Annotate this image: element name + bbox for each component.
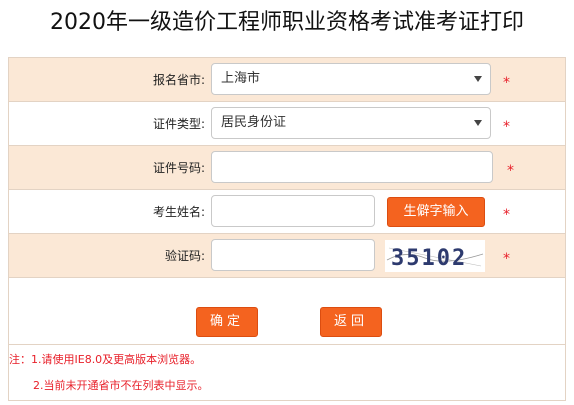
name-row: 考生姓名: 生僻字输入 * (9, 190, 565, 234)
province-row: 报名省市: 上海市 * (9, 58, 565, 102)
id-number-input[interactable] (211, 151, 493, 183)
back-button[interactable]: 返回 (320, 307, 382, 337)
captcha-image[interactable]: 35102 (385, 240, 485, 272)
id-type-select-value: 居民身份证 (221, 115, 287, 130)
name-input[interactable] (211, 195, 375, 227)
required-star: * (503, 75, 510, 91)
id-number-row: 证件号码: * (9, 146, 565, 190)
name-label: 考生姓名: (152, 205, 205, 219)
required-star: * (507, 163, 514, 179)
dropdown-arrow-icon (474, 120, 482, 126)
province-select-value: 上海市 (221, 71, 261, 86)
confirm-button[interactable]: 确定 (196, 307, 258, 337)
required-star: * (503, 251, 510, 267)
note-line-2: 2.当前未开通省市不在列表中显示。 (33, 379, 209, 392)
rare-character-input-button[interactable]: 生僻字输入 (387, 197, 485, 227)
required-star: * (503, 207, 510, 223)
captcha-row: 验证码: 35102 * (9, 234, 565, 278)
province-select[interactable]: 上海市 (211, 63, 491, 95)
id-number-label: 证件号码: (152, 161, 205, 175)
exam-ticket-form: 报名省市: 上海市 * 证件类型: 居民身份证 * 证件号码: * 考生姓名: … (8, 57, 566, 401)
captcha-text: 35102 (391, 246, 467, 271)
captcha-label: 验证码: (164, 249, 205, 263)
province-label: 报名省市: (152, 73, 205, 87)
id-type-row: 证件类型: 居民身份证 * (9, 102, 565, 146)
captcha-input[interactable] (211, 239, 375, 271)
action-bar: 确定 返回 (9, 279, 565, 345)
id-type-select[interactable]: 居民身份证 (211, 107, 491, 139)
required-star: * (503, 119, 510, 135)
notes: 注：1.请使用IE8.0及更高版本浏览器。 2.当前未开通省市不在列表中显示。 (9, 345, 565, 400)
note-line-1: 注：1.请使用IE8.0及更高版本浏览器。 (9, 353, 202, 366)
dropdown-arrow-icon (474, 76, 482, 82)
id-type-label: 证件类型: (152, 117, 205, 131)
page-title: 2020年一级造价工程师职业资格考试准考证打印 (50, 10, 524, 35)
